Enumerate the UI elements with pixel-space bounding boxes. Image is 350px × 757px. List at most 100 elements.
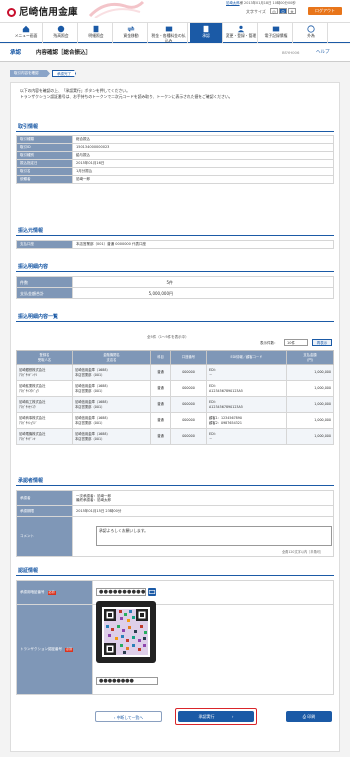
- back-to-list-button[interactable]: ‹ 中断して一覧へ: [95, 711, 162, 722]
- section-heading: 振込元情報: [18, 228, 44, 234]
- global-nav: メニュー画面 残高照会 明細照会 資金移動 税金・各種料金の払込み 承認 変更・…: [0, 22, 350, 43]
- user-name-link[interactable]: 尼崎太郎: [226, 1, 240, 5]
- section-heading: 取引情報: [18, 124, 39, 130]
- amount: 1,000,000: [286, 412, 334, 429]
- fontsize-small-button[interactable]: 小: [270, 8, 278, 14]
- bank-name: 尼崎信用金庫: [19, 7, 78, 18]
- account-number: 000000: [170, 380, 207, 397]
- required-badge: 必須: [65, 647, 74, 652]
- nav-forex[interactable]: 外為: [295, 23, 328, 43]
- approver-table: 承認者 一次承認者：尼崎一郎 最終承認者：尼崎太郎 承認期限 2015年01月15日…: [16, 490, 334, 557]
- redisplay-button[interactable]: 再表示: [312, 339, 332, 346]
- column-header: 支払金額 (円): [286, 350, 334, 365]
- user-icon: [237, 25, 245, 33]
- amount: 1,000,000: [286, 396, 334, 413]
- transaction-table: 取引種類 総合振込 取引ID 150134000000023 取引種別 給与振込 振込…: [16, 135, 334, 184]
- section-divider: [16, 575, 334, 576]
- account-type: 普通: [150, 412, 171, 429]
- column-header: 登録名 受取人名: [16, 350, 73, 365]
- edi-info: EDI： －: [206, 364, 287, 381]
- summary-table: 件数 5件 支払金額合計 5,000,000円: [16, 276, 334, 299]
- nav-approve[interactable]: 承認: [190, 23, 223, 43]
- nav-label: 承認: [202, 33, 210, 38]
- nav-statement[interactable]: 明細照会: [80, 23, 113, 43]
- screen-id: BSYH006: [282, 50, 300, 55]
- field-label: 依頼者: [16, 175, 73, 184]
- edi-info: EDI： A1234567890123A5: [206, 396, 287, 413]
- nav-menu[interactable]: メニュー画面: [10, 23, 43, 43]
- column-header: 口座番号: [170, 350, 207, 365]
- source-table: 支払口座 本店営業部（001）普通 0000000 代表口座: [16, 240, 334, 249]
- button-label: 印刷: [307, 714, 316, 719]
- login-info: 尼崎太郎様 2013年01月18日 10時00分00秒: [226, 1, 296, 5]
- field-value: 一次承認者：尼崎一郎 最終承認者：尼崎太郎: [72, 490, 334, 506]
- table-row: 尼崎鉱業株式会社 ｱﾏｶﾞｻｷｺｳｷﾞｮｳ 尼崎信用金庫（1688） 本店営業部…: [16, 380, 334, 397]
- help-link[interactable]: ヘルプ: [316, 50, 330, 56]
- section-divider: [16, 131, 334, 132]
- account-number: 000000: [170, 396, 207, 413]
- fontsize-label: 文字サイズ: [246, 9, 266, 14]
- paging-info: 全5件（1～5件を表示中）: [147, 335, 189, 339]
- nav-label: 変更・登録・管理: [225, 33, 257, 38]
- execute-approval-button[interactable]: 承認実行 ›: [178, 711, 254, 722]
- breadcrumb-menu[interactable]: 承認: [10, 50, 21, 57]
- printer-icon: ⎙: [302, 714, 306, 719]
- nav-label: 残高照会: [53, 33, 69, 38]
- field-value: 150134000000023: [72, 143, 334, 152]
- nav-balance[interactable]: 残高照会: [45, 23, 78, 43]
- field-value: 5,000,000円: [72, 287, 334, 299]
- step-confirm: 取引内容を確認: [10, 70, 50, 77]
- comment-textarea[interactable]: 承認よろしくお願いします。: [96, 526, 332, 546]
- edi-info: EDI： A1234567890123A5: [206, 380, 287, 397]
- field-label: 取引名: [16, 167, 73, 176]
- nav-label: メニュー画面: [14, 33, 38, 38]
- table-row: 尼崎銀鉄株式会社 ｱﾏｶﾞｻｷｷﾞﾝﾃﾂ 尼崎信用金庫（1688） 本店営業部（…: [16, 364, 334, 381]
- transaction-auth-input[interactable]: ●●●●●●●●: [96, 677, 158, 685]
- intro-text: トランザクション認証番号は、お手持ちのトークンで二次元コードを読み取り、トークン…: [20, 94, 233, 99]
- field-value: 5件: [72, 276, 334, 288]
- software-keyboard-icon[interactable]: [148, 588, 156, 596]
- document-icon: [93, 25, 99, 33]
- detail-table: 登録名 受取人名 金融機関名 支店名 科目 口座番号 EDI情報／顧客コード 支…: [16, 350, 334, 445]
- globe-icon: [307, 25, 315, 33]
- user-suffix: 様: [239, 1, 243, 5]
- logout-button[interactable]: ログアウト: [308, 7, 342, 15]
- approve-icon: [203, 25, 209, 33]
- field-value: 本店営業部（001）普通 0000000 代表口座: [72, 240, 334, 249]
- step-indicator: 取引内容を確認 承認完了: [10, 70, 340, 77]
- auth-table: 承認用暗証番号 必須 トランザクション認証番号 必須: [16, 580, 334, 695]
- nav-transfer[interactable]: 資金移動: [115, 23, 148, 43]
- field-label: トランザクション認証番号: [20, 647, 62, 652]
- field-value: 2015年01月15日 23時00分: [72, 505, 334, 517]
- page-title: 内容確認［総合振込］: [36, 50, 92, 56]
- account-type: 普通: [150, 364, 171, 381]
- section-heading: 振込明細内容一覧: [18, 314, 59, 320]
- print-button[interactable]: ⎙ 印刷: [286, 711, 332, 722]
- field-label: 取引種別: [16, 151, 73, 160]
- field-label: 取引種類: [16, 135, 73, 144]
- step-complete: 承認完了: [52, 70, 76, 77]
- amount: 1,000,000: [286, 364, 334, 381]
- nav-settings[interactable]: 変更・登録・管理: [225, 23, 258, 43]
- field-label: 取引ID: [16, 143, 73, 152]
- perpage-select[interactable]: 10件: [284, 339, 308, 346]
- fontsize-large-button[interactable]: 大: [288, 8, 296, 14]
- payee-name: 尼崎商事株式会社 ｱﾏｶﾞｻｷｼｮｳｼﾞ: [16, 412, 73, 429]
- section-heading: 承認者情報: [18, 478, 44, 484]
- nav-ebond[interactable]: 電子記録債権: [260, 23, 293, 43]
- nav-label: 電子記録債権: [264, 33, 288, 38]
- bank-branch: 尼崎信用金庫（1688） 本店営業部（001）: [72, 396, 151, 413]
- fontsize-medium-button[interactable]: 中: [279, 8, 287, 14]
- nav-label: 外為: [307, 33, 315, 38]
- nav-tax[interactable]: 税金・各種料金の払込み: [150, 23, 188, 43]
- bank-branch: 尼崎信用金庫（1688） 本店営業部（001）: [72, 380, 151, 397]
- section-divider: [16, 271, 334, 272]
- bank-branch: 尼崎信用金庫（1688） 本店営業部（001）: [72, 428, 151, 445]
- chevron-right-icon: ›: [231, 714, 234, 719]
- button-label: 承認実行: [198, 714, 215, 719]
- payee-name: 尼崎電機株式会社 ｱﾏｶﾞｻｷﾃﾞﾝｷ: [16, 428, 73, 445]
- last-login: 2013年01月18日 10時00分00秒: [244, 1, 296, 5]
- field-value: 2015年01月16日: [72, 159, 334, 168]
- approval-password-input[interactable]: ●●●●●●●●●●: [96, 588, 146, 596]
- section-divider: [16, 321, 334, 322]
